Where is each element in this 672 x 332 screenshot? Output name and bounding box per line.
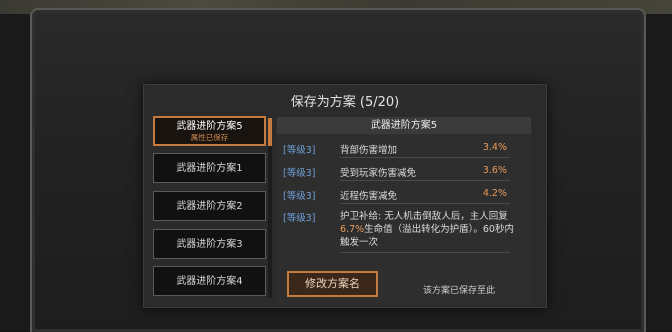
stat-level: [等级3] bbox=[283, 168, 316, 179]
background-left bbox=[0, 14, 30, 330]
stat-level: [等级3] bbox=[283, 191, 316, 202]
plan-slot-name: 武器进阶方案3 bbox=[176, 239, 243, 250]
dialog-title: 保存为方案 (5/20) bbox=[290, 95, 400, 110]
saved-status-note: 该方案已保存至此 bbox=[423, 286, 496, 296]
plan-slot-name: 武器进阶方案5 bbox=[176, 121, 243, 132]
plan-slot-name: 武器进阶方案4 bbox=[176, 276, 243, 287]
stat-name: 受到玩家伤害减免 bbox=[340, 168, 417, 179]
special-effect-description: 护卫补给: 无人机击倒敌人后，主人回复 6.7%生命值（溢出转化为护盾）。60秒内… bbox=[340, 210, 520, 249]
plan-slot-name: 武器进阶方案1 bbox=[176, 163, 243, 174]
row-divider bbox=[340, 203, 510, 204]
stat-value: 4.2% bbox=[482, 188, 507, 199]
plan-slot-1[interactable]: 武器进阶方案1 bbox=[153, 153, 266, 183]
row-divider bbox=[340, 157, 510, 158]
slot-list-scroll-thumb[interactable] bbox=[268, 118, 272, 146]
special-highlight-value: 6.7% bbox=[340, 224, 365, 235]
plan-slot-4[interactable]: 武器进阶方案4 bbox=[153, 266, 266, 296]
rename-plan-button[interactable]: 修改方案名 bbox=[287, 271, 378, 297]
plan-slot-5[interactable]: 武器进阶方案5 属性已保存 bbox=[153, 116, 266, 146]
stat-value: 3.4% bbox=[482, 142, 507, 153]
row-divider bbox=[340, 180, 510, 181]
plan-detail-title: 武器进阶方案5 bbox=[277, 117, 531, 134]
special-level: [等级3] bbox=[283, 213, 316, 224]
row-divider bbox=[340, 252, 510, 253]
plan-slot-2[interactable]: 武器进阶方案2 bbox=[153, 191, 266, 221]
plan-slot-3[interactable]: 武器进阶方案3 bbox=[153, 229, 266, 259]
plan-slot-saved-tag: 属性已保存 bbox=[190, 133, 229, 142]
plan-slot-name: 武器进阶方案2 bbox=[176, 201, 243, 212]
stat-name: 近程伤害减免 bbox=[340, 191, 398, 202]
stat-level: [等级3] bbox=[283, 145, 316, 156]
stat-value: 3.6% bbox=[482, 165, 507, 176]
background-right bbox=[642, 14, 672, 330]
stat-name: 背部伤害增加 bbox=[340, 145, 398, 156]
special-text-b: 生命值（溢出转化为护盾）。60秒内触发一次 bbox=[340, 224, 514, 248]
special-text-a: 护卫补给: 无人机击倒敌人后，主人回复 bbox=[340, 211, 508, 222]
